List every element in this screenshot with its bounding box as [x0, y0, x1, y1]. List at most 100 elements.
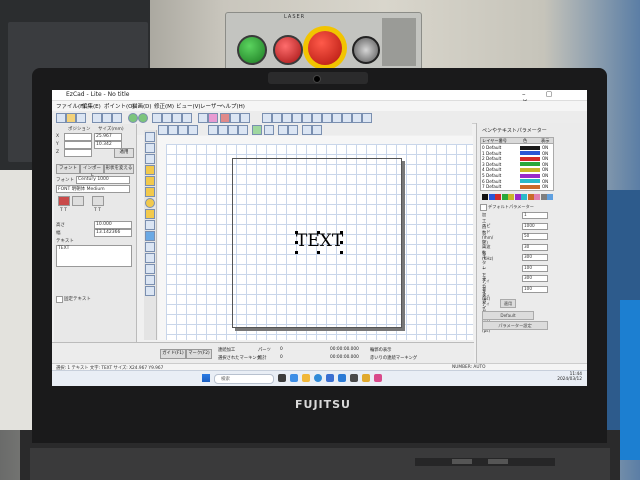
layer-row-name[interactable]: 1 Default: [482, 151, 501, 156]
encoder-icon[interactable]: [145, 286, 155, 296]
menu-modify[interactable]: 修正(M): [154, 102, 174, 110]
grid-icon[interactable]: [188, 125, 198, 135]
tab-shape[interactable]: 形状を変える: [104, 164, 134, 174]
menu-draw[interactable]: 描画(D): [132, 102, 152, 110]
mark-button[interactable]: マーク(F2): [186, 349, 212, 359]
layer-row-name[interactable]: 2 Default: [482, 156, 501, 161]
layer-on-toggle[interactable]: ON: [542, 184, 548, 189]
param-settings-button[interactable]: パラメーター設定: [482, 321, 548, 330]
selected-mark-label[interactable]: 選択されたマーキング: [218, 355, 261, 361]
z-field[interactable]: [64, 149, 92, 157]
underline-icon[interactable]: [92, 196, 104, 206]
tab-font[interactable]: フォント: [56, 164, 80, 174]
circle-icon[interactable]: [145, 198, 155, 208]
timer-icon[interactable]: [145, 253, 155, 263]
key-switch[interactable]: [352, 36, 380, 64]
menu-laser[interactable]: レーザー: [200, 102, 222, 110]
layer-color-swatch[interactable]: [520, 156, 540, 161]
grid-icon[interactable]: [172, 113, 182, 123]
curve-icon[interactable]: [145, 165, 155, 175]
open-folder-icon[interactable]: [66, 113, 76, 123]
selection-handle[interactable]: [295, 251, 298, 254]
polygon-icon[interactable]: [145, 176, 155, 186]
group-icon[interactable]: [252, 125, 262, 135]
save-icon[interactable]: [76, 113, 86, 123]
zoom-select-icon[interactable]: [302, 113, 312, 123]
align-right-icon[interactable]: T T: [94, 208, 101, 213]
cut-icon[interactable]: [92, 113, 102, 123]
palette-swatch[interactable]: [488, 194, 495, 200]
layer-on-toggle[interactable]: ON: [542, 173, 548, 178]
selection-handle[interactable]: [340, 231, 343, 234]
palette-swatch[interactable]: [521, 194, 527, 200]
zoom-out-icon[interactable]: [272, 113, 282, 123]
layer-row-name[interactable]: 4 Default: [482, 167, 501, 172]
layer-on-toggle[interactable]: ON: [542, 167, 548, 172]
layer-on-toggle[interactable]: ON: [542, 162, 548, 167]
align-icon[interactable]: [198, 113, 208, 123]
node-icon[interactable]: [240, 113, 250, 123]
flip-horizontal-icon[interactable]: [278, 125, 288, 135]
rectangle-icon[interactable]: [145, 187, 155, 197]
window-controls[interactable]: – ▢ ✕: [522, 90, 582, 106]
mail-icon[interactable]: [338, 374, 346, 382]
apply-param-button[interactable]: 適用: [500, 299, 516, 308]
delete-icon[interactable]: [220, 113, 230, 123]
menu-help[interactable]: ヘルプ(H): [220, 102, 245, 110]
palette-swatch[interactable]: [514, 194, 521, 200]
layer-on-toggle[interactable]: ON: [542, 151, 548, 156]
selection-handle[interactable]: [295, 241, 298, 244]
zoom-icon[interactable]: [362, 113, 372, 123]
grid-icon[interactable]: [162, 113, 172, 123]
task-view-icon[interactable]: [278, 374, 286, 382]
stop-button[interactable]: [273, 35, 303, 65]
zoom-all-icon[interactable]: [292, 113, 302, 123]
lock-icon[interactable]: [218, 125, 228, 135]
line-icon[interactable]: [145, 154, 155, 164]
mirror-icon[interactable]: [264, 125, 274, 135]
node-edit-icon[interactable]: [145, 143, 155, 153]
bold-icon[interactable]: [58, 196, 70, 206]
paste-icon[interactable]: [112, 113, 122, 123]
play-icon[interactable]: [128, 113, 138, 123]
layer-row-name[interactable]: 0 Default: [482, 145, 501, 150]
layer-on-toggle[interactable]: ON: [542, 156, 548, 161]
selection-handle[interactable]: [295, 231, 298, 234]
output-port-icon[interactable]: [145, 275, 155, 285]
node-icon[interactable]: [230, 113, 240, 123]
palette-swatch[interactable]: [534, 194, 540, 200]
italic-icon[interactable]: [72, 196, 84, 206]
palette-swatch[interactable]: [540, 194, 547, 200]
layer-color-swatch[interactable]: [520, 162, 540, 167]
zoom-icon[interactable]: [352, 113, 362, 123]
red-light-button[interactable]: ガイド(F1): [160, 349, 186, 359]
folder-icon[interactable]: [362, 374, 370, 382]
zoom-icon[interactable]: [312, 113, 322, 123]
menu-point[interactable]: ポイント(O): [104, 102, 135, 110]
apply-button[interactable]: 適用: [114, 148, 134, 158]
bitmap-icon[interactable]: [145, 231, 155, 241]
zoom-fit-icon[interactable]: [282, 113, 292, 123]
palette-swatch[interactable]: [495, 194, 501, 200]
layer-row-name[interactable]: 7 Default: [482, 184, 501, 189]
selection-handle[interactable]: [340, 241, 343, 244]
layer-row-name[interactable]: 5 Default: [482, 173, 501, 178]
grid-icon[interactable]: [178, 125, 188, 135]
widgets-icon[interactable]: [290, 374, 298, 382]
lock-icon[interactable]: [238, 125, 248, 135]
lock-icon[interactable]: [228, 125, 238, 135]
grid-icon[interactable]: [152, 113, 162, 123]
palette-swatch[interactable]: [547, 194, 553, 200]
grid-icon[interactable]: [182, 113, 192, 123]
edge-browser-icon[interactable]: [314, 374, 322, 382]
palette-swatch[interactable]: [527, 194, 534, 200]
eye-icon[interactable]: [302, 125, 312, 135]
layer-color-swatch[interactable]: [520, 145, 540, 150]
layer-color-swatch[interactable]: [520, 179, 540, 184]
start-button[interactable]: [237, 35, 267, 65]
selection-handle[interactable]: [317, 231, 320, 234]
selection-handle[interactable]: [340, 251, 343, 254]
fixed-text-checkbox[interactable]: [56, 296, 63, 303]
select-arrow-icon[interactable]: [145, 132, 155, 142]
windows-start-icon[interactable]: [202, 374, 210, 382]
